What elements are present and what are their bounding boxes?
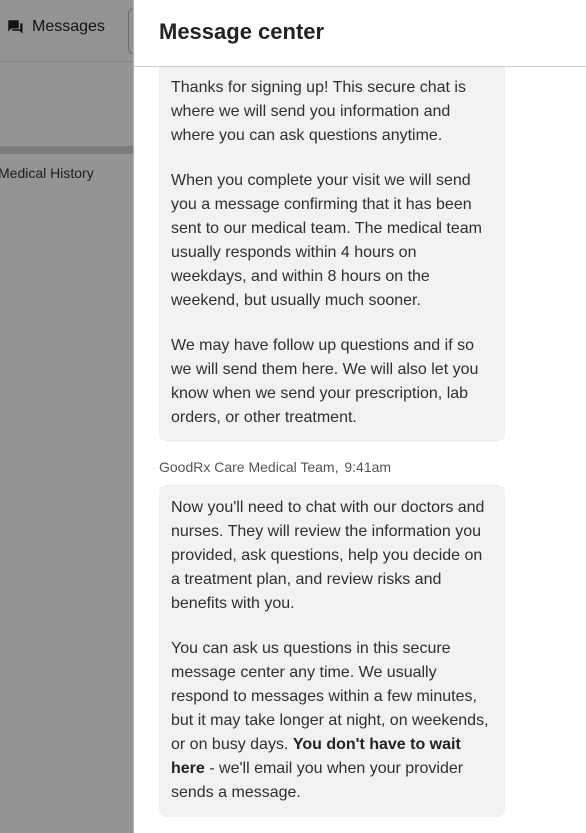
drawer-header: Message center [134, 0, 586, 67]
message-bubble: Thanks for signing up! This secure chat … [159, 67, 505, 442]
message-bubble: Now you'll need to chat with our doctors… [159, 484, 505, 817]
drawer-title: Message center [159, 19, 325, 44]
message-thread[interactable]: Thanks for signing up! This secure chat … [159, 67, 505, 817]
message-meta: GoodRx Care Medical Team, 9:41am [159, 458, 505, 476]
message-paragraph: Thanks for signing up! This secure chat … [171, 79, 466, 144]
message-paragraph: When you complete your visit we will sen… [171, 172, 482, 309]
message-sender: GoodRx Care Medical Team, [159, 459, 339, 475]
message-center-drawer: Message center Thanks for signing up! Th… [133, 0, 586, 833]
message-paragraph: You can ask us questions in this secure … [171, 637, 493, 805]
message-time: 9:41am [344, 459, 392, 475]
message-paragraph: We may have follow up questions and if s… [171, 337, 479, 426]
message-paragraph: Now you'll need to chat with our doctors… [171, 499, 485, 612]
message-text: - we'll email you when your provider sen… [171, 760, 464, 801]
